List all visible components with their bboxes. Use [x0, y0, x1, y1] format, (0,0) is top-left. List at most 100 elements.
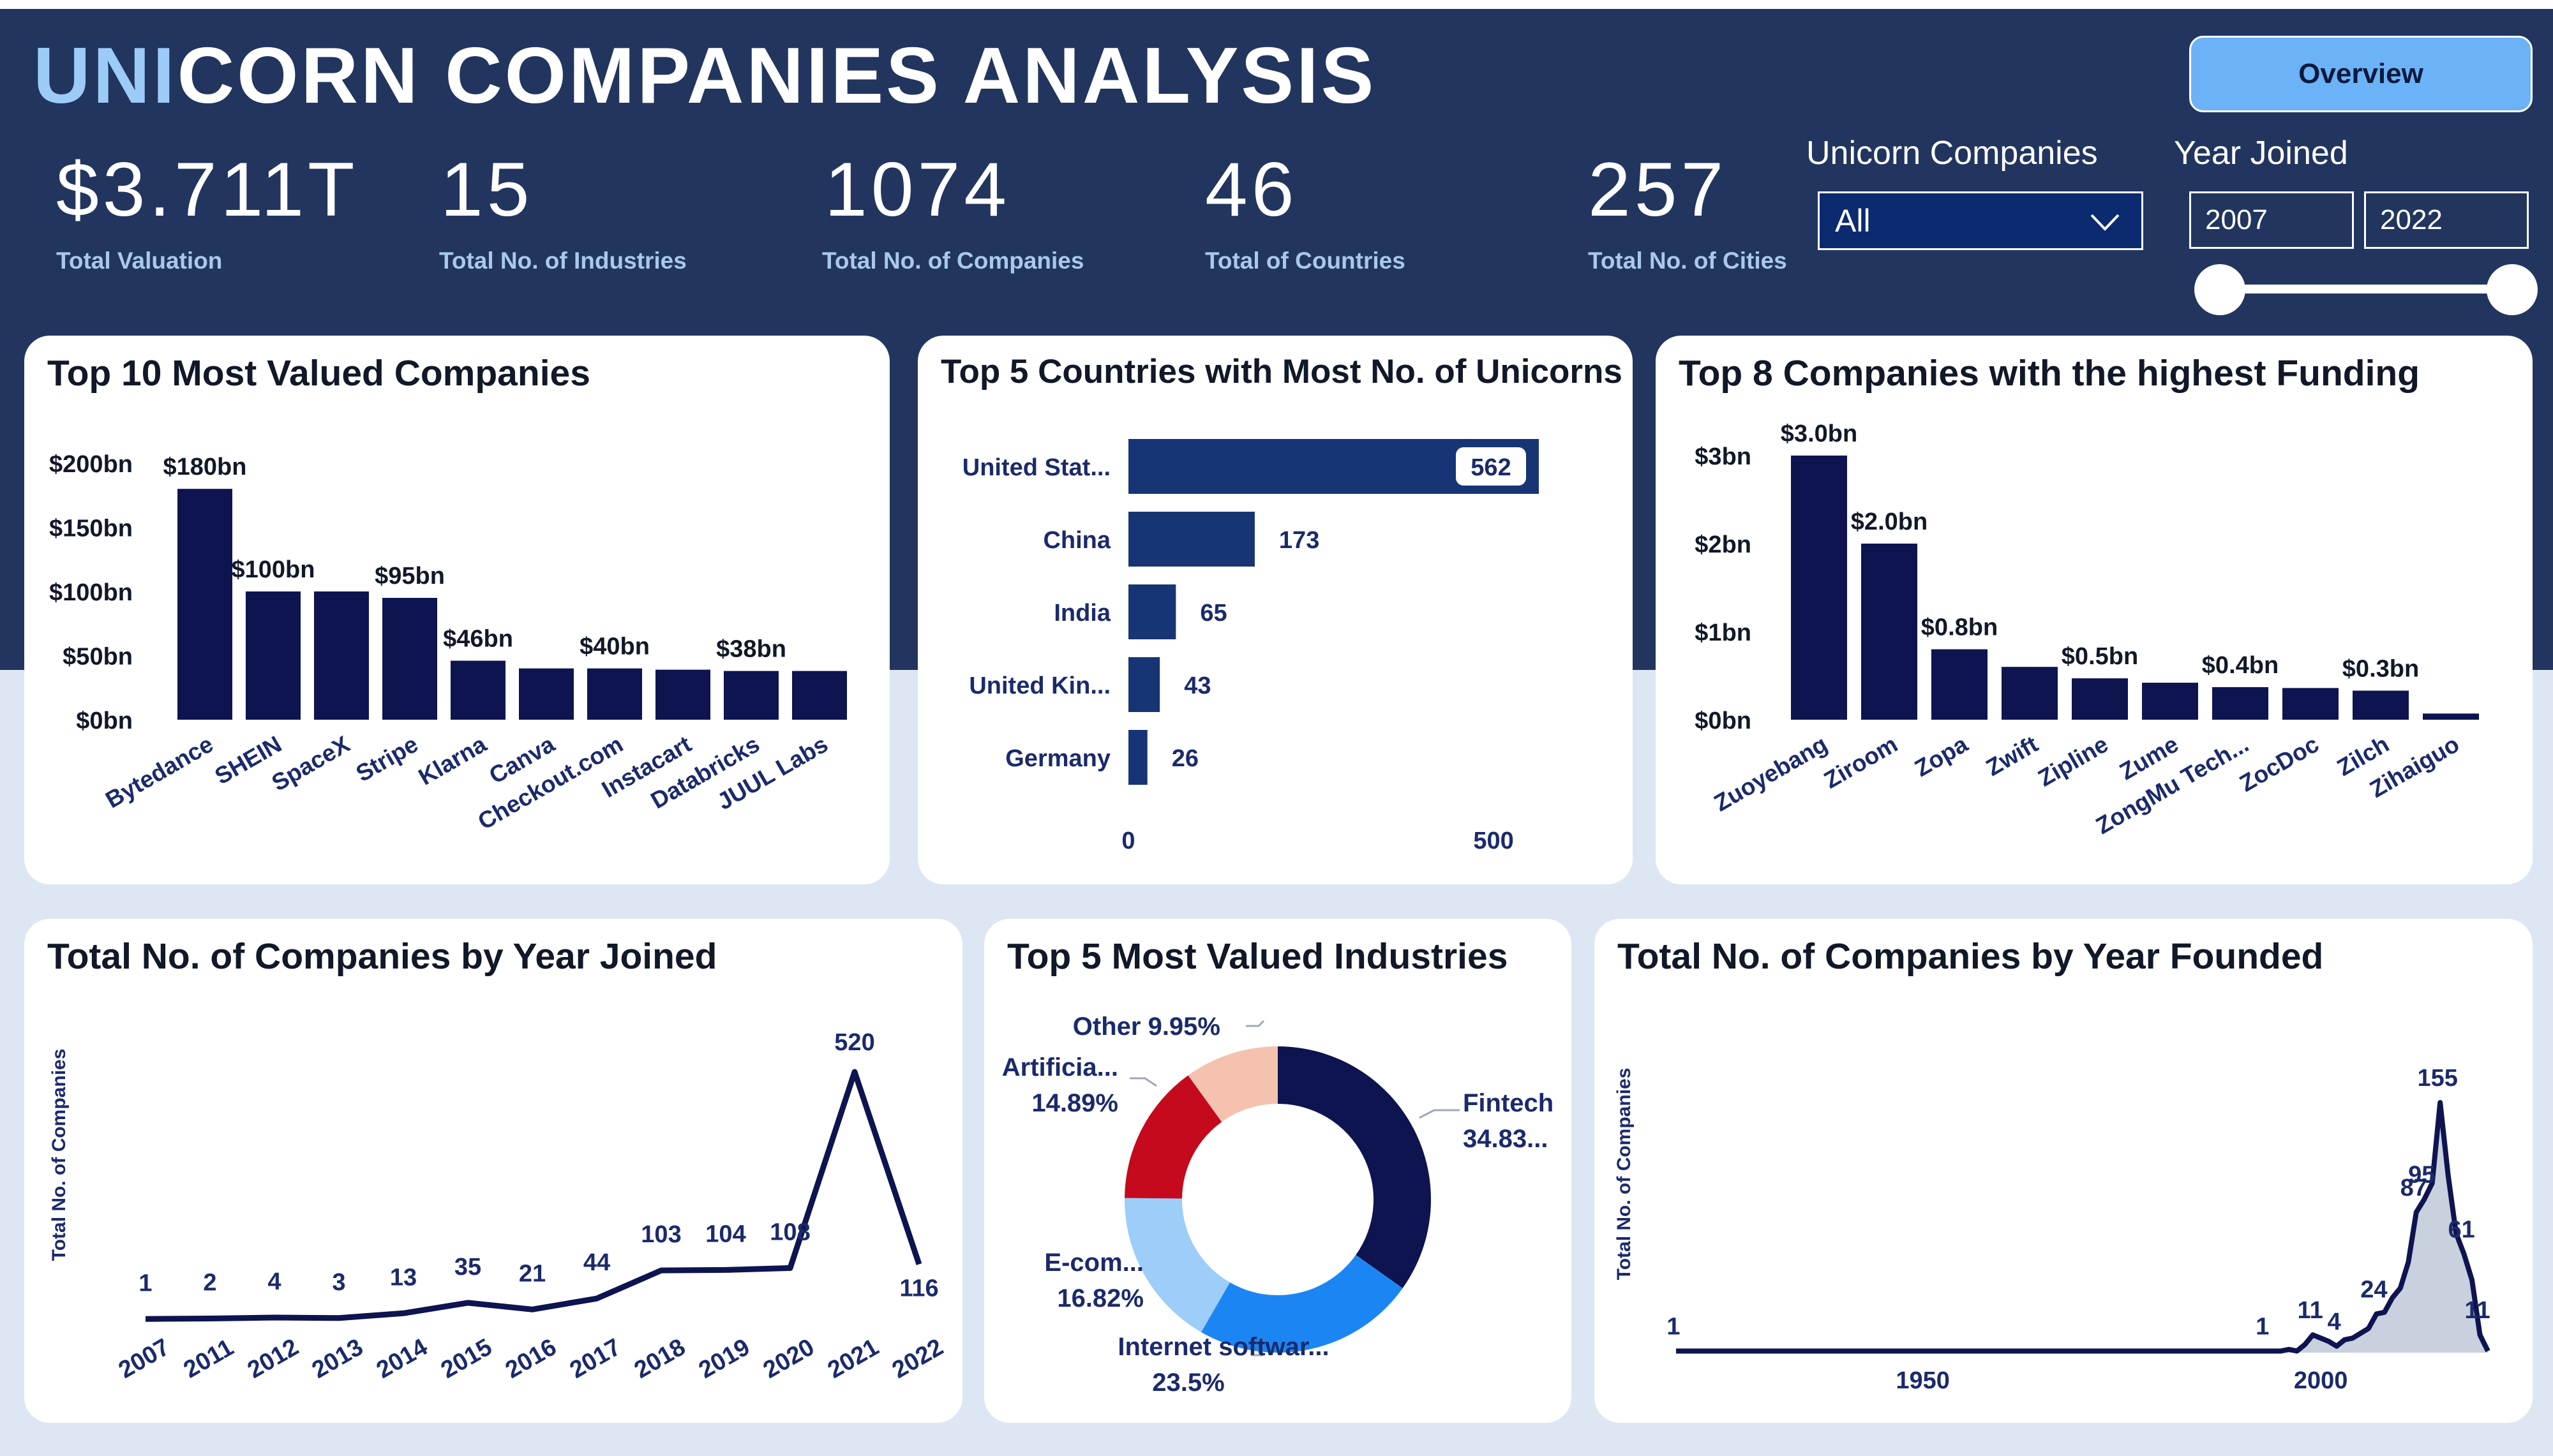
- bar: [587, 668, 642, 720]
- companies-filter-title: Unicorn Companies: [1806, 135, 2098, 172]
- x-tick-label: 2012: [243, 1333, 303, 1384]
- top-countries-card: Top 5 Countries with Most No. of Unicorn…: [918, 336, 1633, 884]
- year-range-slider-track[interactable]: [2220, 285, 2512, 293]
- bar: [1128, 512, 1255, 567]
- point-data-label: 104: [705, 1221, 745, 1247]
- bar-data-label: $0.8bn: [1921, 614, 1998, 641]
- top-funding-chart: $0bn $1bn $2bn $3bn $3.0bn Zuoyebang $2.0bn Zir…: [1695, 420, 2479, 839]
- category-label: Zipline: [2033, 731, 2113, 791]
- kpi-countries-value: 46: [1205, 147, 1298, 232]
- slice-value-label: 23.5%: [1152, 1369, 1224, 1397]
- leader-line: [1246, 1020, 1265, 1027]
- bar: [246, 591, 301, 720]
- leader-line: [1419, 1109, 1460, 1119]
- x-tick-label: 2014: [372, 1333, 432, 1384]
- point-data-label: 44: [583, 1249, 610, 1276]
- bar-data-label: $0.5bn: [2062, 643, 2138, 670]
- point-data-label: 1: [139, 1270, 152, 1296]
- y-axis-title: Total No. of Companies: [1613, 1068, 1635, 1281]
- point-data-label: 13: [390, 1264, 417, 1291]
- slice-label: Internet softwar...: [1118, 1333, 1329, 1361]
- bar-data-label: 26: [1172, 745, 1199, 772]
- slice-value-label: 16.82%: [1057, 1284, 1144, 1312]
- category-label: Ziroom: [1820, 731, 1902, 793]
- bar-data-label: $0.4bn: [2202, 652, 2279, 679]
- bar: [1931, 649, 1988, 720]
- y-tick-label: $2bn: [1695, 531, 1751, 558]
- top-funding-card: Top 8 Companies with the highest Funding…: [1656, 336, 2533, 884]
- companies-filter-value: All: [1835, 203, 1871, 239]
- point-data-label: 4: [267, 1268, 281, 1295]
- category-label: Zwift: [1982, 731, 2042, 781]
- kpi-industries-value: 15: [440, 147, 534, 232]
- top-countries-chart: United Stat... 562 China 173 India 65 United K…: [962, 439, 1539, 854]
- industries-card: Top 5 Most Valued Industries Fintech 34.8…: [984, 919, 1571, 1423]
- point-data-label: 11: [2464, 1297, 2490, 1324]
- bar-data-label: 173: [1279, 527, 1319, 554]
- companies-filter-dropdown[interactable]: All: [1818, 191, 2143, 250]
- point-data-label: 116: [899, 1275, 938, 1302]
- bar-data-label: $100bn: [232, 556, 315, 583]
- x-tick-label: 1950: [1896, 1367, 1950, 1394]
- point-data-label: 24: [2360, 1276, 2387, 1303]
- category-label: SpaceX: [267, 731, 355, 796]
- bar: [2072, 678, 2128, 720]
- y-tick-label: $1bn: [1695, 620, 1751, 646]
- bar: [2212, 687, 2268, 720]
- x-tick-label: 2020: [759, 1333, 819, 1384]
- slice-label: E-com...: [1044, 1249, 1144, 1277]
- x-tick-label: 0: [1121, 828, 1135, 854]
- x-tick-label: 2018: [630, 1333, 690, 1384]
- year-range-start-handle[interactable]: [2194, 264, 2245, 315]
- year-range-end-handle[interactable]: [2487, 264, 2538, 315]
- x-tick-label: 2022: [888, 1333, 948, 1384]
- bar-data-label: 43: [1184, 672, 1211, 699]
- point-data-label: 35: [454, 1254, 481, 1281]
- year-from-input[interactable]: 2007: [2189, 191, 2354, 249]
- year-founded-chart: 1 111 424879515561111950 2000Total No. of C…: [1613, 1065, 2490, 1394]
- x-tick-label: 500: [1473, 828, 1513, 854]
- leader-line: [1130, 1077, 1157, 1087]
- top-border: [0, 0, 2553, 9]
- x-tick-label: 2000: [2294, 1367, 2348, 1394]
- x-tick-label: 2017: [565, 1333, 625, 1384]
- category-label: Germany: [1005, 745, 1111, 772]
- kpi-industries-label: Total No. of Industries: [439, 248, 687, 274]
- bar: [2142, 683, 2198, 720]
- kpi-cities-label: Total No. of Cities: [1588, 248, 1787, 274]
- point-data-label: 103: [641, 1221, 681, 1248]
- dashboard-title: UNICORN COMPANIES ANALYSIS: [33, 31, 1376, 121]
- year-founded-card: Total No. of Companies by Year Founded 1…: [1594, 919, 2533, 1423]
- point-data-label: 108: [770, 1219, 810, 1245]
- x-tick-label: 2021: [823, 1333, 883, 1384]
- overview-button[interactable]: Overview: [2189, 36, 2533, 112]
- kpi-countries-label: Total of Countries: [1205, 248, 1405, 274]
- bar: [177, 489, 232, 720]
- bar-data-label: 562: [1471, 454, 1511, 481]
- category-label: Bytedance: [101, 731, 218, 813]
- y-tick-label: $200bn: [49, 451, 133, 478]
- bar: [724, 671, 779, 720]
- series-area: [1676, 1103, 2488, 1353]
- kpi-total-valuation-label: Total Valuation: [56, 248, 223, 274]
- y-tick-label: $0bn: [76, 708, 133, 734]
- kpi-companies-label: Total No. of Companies: [822, 248, 1084, 274]
- top-valued-companies-card: Top 10 Most Valued Companies $0bn $50bn $1…: [24, 336, 890, 884]
- point-data-label: 155: [2417, 1065, 2457, 1092]
- slice-label: Other 9.95%: [1073, 1013, 1220, 1041]
- point-data-label: 2: [203, 1270, 216, 1296]
- bar: [451, 660, 505, 720]
- y-tick-label: $3bn: [1695, 443, 1751, 470]
- slice-value-label: 14.89%: [1031, 1089, 1118, 1117]
- y-tick-label: $50bn: [63, 644, 133, 671]
- category-label: United Stat...: [962, 454, 1111, 481]
- category-label: ZocDoc: [2235, 731, 2323, 796]
- bar-data-label: $40bn: [580, 634, 650, 660]
- category-label: United Kin...: [969, 672, 1111, 699]
- title-accent: UNI: [33, 32, 177, 120]
- donut-slice: [1278, 1046, 1431, 1289]
- bar: [2002, 667, 2058, 720]
- year-to-input[interactable]: 2022: [2364, 191, 2529, 249]
- slice-value-label: 34.83...: [1463, 1125, 1548, 1153]
- bar-data-label: $95bn: [375, 563, 445, 590]
